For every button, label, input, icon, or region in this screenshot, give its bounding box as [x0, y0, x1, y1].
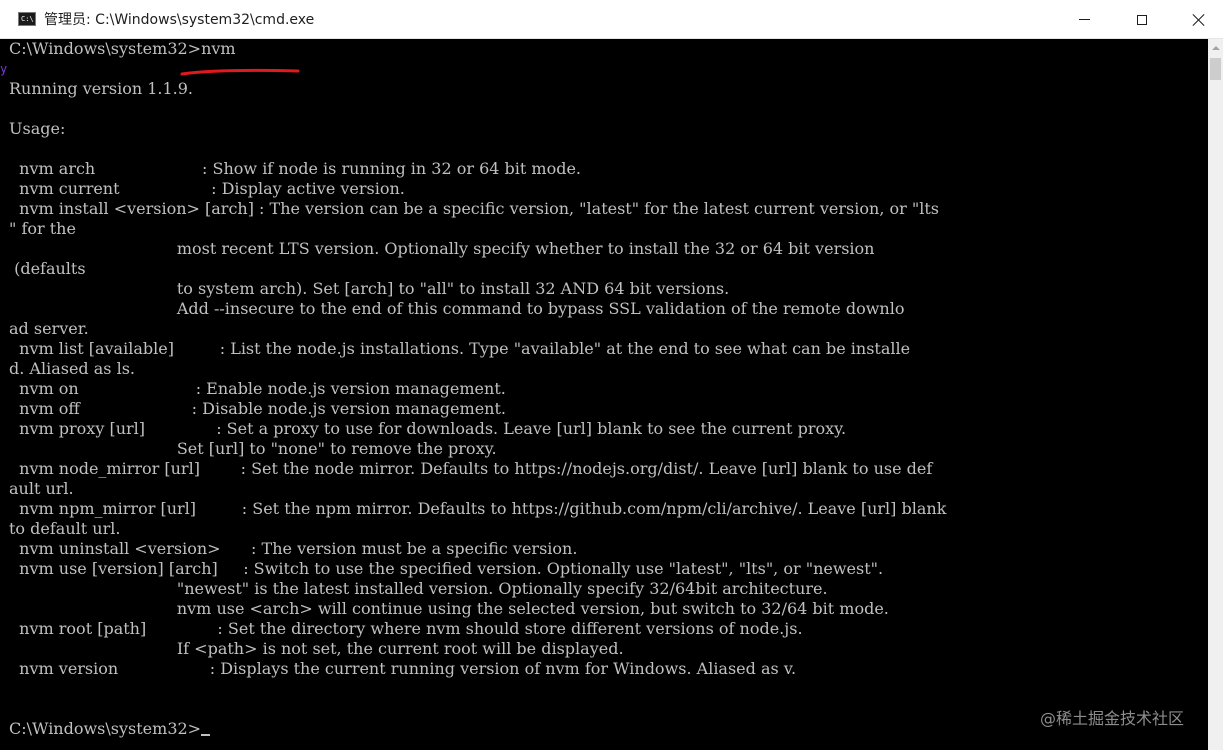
console-line: ad server. [9, 319, 89, 338]
console-line: ault url. [9, 479, 74, 498]
console-line: " for the [9, 219, 76, 238]
console-line: nvm root [path] : Set the directory wher… [9, 619, 803, 638]
console-line: nvm proxy [url] : Set a proxy to use for… [9, 419, 847, 438]
console-line: d. Aliased as ls. [9, 359, 135, 378]
command-prompt: C:\Windows\system32> [9, 719, 202, 738]
annotation-edge-mark: y [0, 62, 8, 76]
console-line: nvm arch : Show if node is running in 32… [9, 159, 582, 178]
maximize-icon [1137, 14, 1147, 25]
console-line: nvm version : Displays the current runni… [9, 659, 797, 678]
console-line: Running version 1.1.9. [9, 79, 194, 98]
console-line: nvm list [available] : List the node.js … [9, 339, 911, 358]
minimize-button[interactable] [1055, 0, 1113, 39]
console-line: Usage: [9, 119, 66, 138]
scroll-up-button[interactable] [1208, 39, 1223, 56]
watermark: @稀土掘金技术社区 [1040, 709, 1185, 728]
prompt-line[interactable]: C:\Windows\system32> [9, 719, 946, 739]
console-line: nvm off : Disable node.js version manage… [9, 399, 506, 418]
maximize-button[interactable] [1113, 0, 1171, 39]
console-line: nvm use [version] [arch] : Switch to use… [9, 559, 884, 578]
console-line: to system arch). Set [arch] to "all" to … [9, 279, 730, 298]
console-line: nvm on : Enable node.js version manageme… [9, 379, 506, 398]
console-line: nvm current : Display active version. [9, 179, 405, 198]
close-button[interactable] [1170, 0, 1223, 39]
console-line: If <path> is not set, the current root w… [9, 639, 624, 658]
console-line: nvm uninstall <version> : The version mu… [9, 539, 578, 558]
console-line: nvm npm_mirror [url] : Set the npm mirro… [9, 499, 947, 518]
console-line: to default url. [9, 519, 121, 538]
console-line: "newest" is the latest installed version… [9, 579, 828, 598]
console-line: Set [url] to "none" to remove the proxy. [9, 439, 497, 458]
console-line: nvm use <arch> will continue using the s… [9, 599, 889, 618]
red-underline-annotation [180, 68, 300, 76]
cmd-app-icon[interactable]: C:\ [18, 12, 36, 26]
title-bar[interactable]: C:\ 管理员: C:\Windows\system32\cmd.exe [0, 0, 1223, 39]
scroll-thumb[interactable] [1210, 58, 1221, 80]
console-output[interactable]: C:\Windows\system32>nvm Running version … [0, 39, 1208, 750]
text-cursor [201, 734, 211, 736]
minimize-icon [1078, 19, 1090, 20]
cmd-window: C:\ 管理员: C:\Windows\system32\cmd.exe C:\… [0, 0, 1223, 750]
console-line: nvm install <version> [arch] : The versi… [9, 199, 939, 218]
console-line: nvm node_mirror [url] : Set the node mir… [9, 459, 933, 478]
close-icon [1192, 13, 1206, 27]
console-lines: C:\Windows\system32>nvm Running version … [9, 39, 946, 739]
console-line: (defaults [9, 259, 86, 278]
chevron-up-icon [1211, 45, 1220, 50]
console-line: Add --insecure to the end of this comman… [9, 299, 905, 318]
vertical-scrollbar[interactable] [1208, 39, 1223, 750]
console-line: most recent LTS version. Optionally spec… [9, 239, 875, 258]
window-title: 管理员: C:\Windows\system32\cmd.exe [44, 12, 315, 28]
console-line: C:\Windows\system32>nvm [9, 39, 236, 58]
